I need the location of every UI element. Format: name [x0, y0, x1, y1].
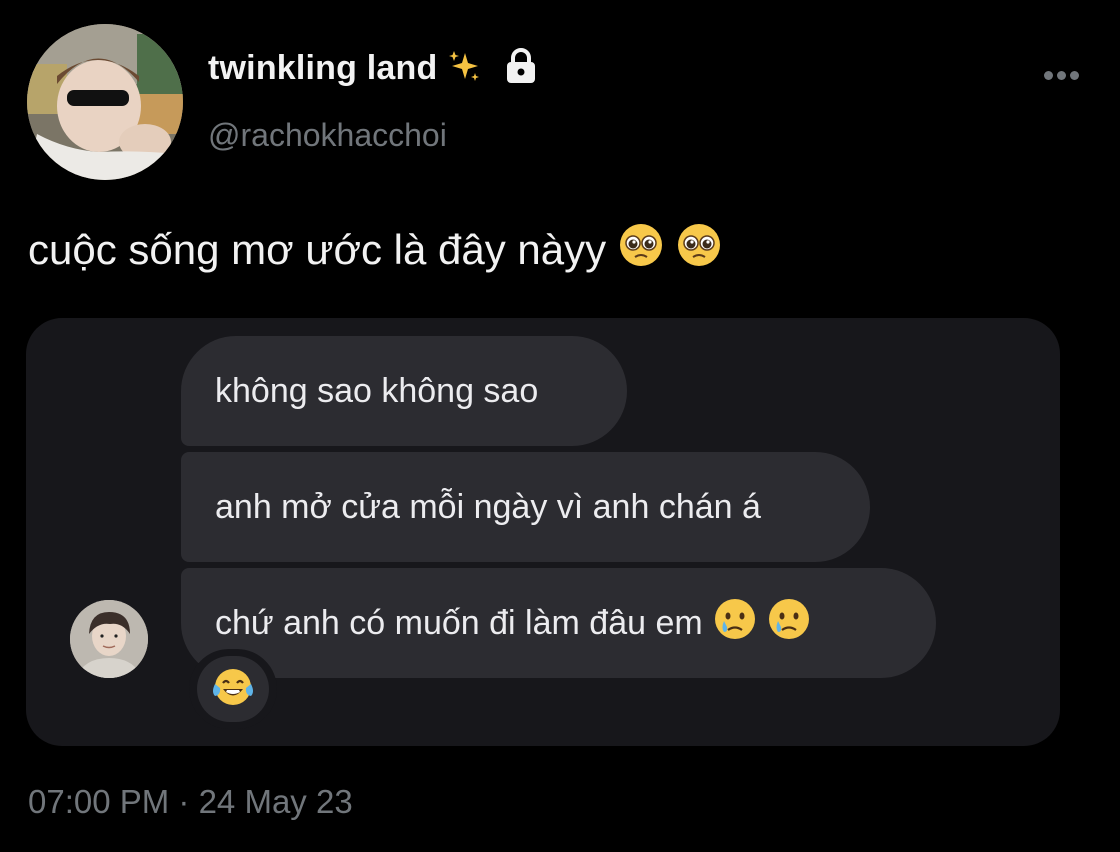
display-name[interactable]: twinkling land — [208, 49, 437, 88]
sender-avatar[interactable] — [70, 600, 148, 678]
sad-tear-face-icon — [713, 597, 757, 650]
pleading-face-icon — [618, 222, 664, 278]
user-handle[interactable]: @rachokhacchoi — [208, 117, 447, 154]
lock-icon — [503, 47, 539, 90]
sender-avatar-image — [70, 600, 148, 678]
message-text: anh mở cửa mỗi ngày vì anh chán á — [215, 487, 761, 526]
dot — [1069, 70, 1079, 80]
chat-screenshot[interactable]: không sao không sao anh mở cửa mỗi ngày … — [26, 318, 1060, 746]
message-text: không sao không sao — [215, 371, 539, 410]
sad-tear-face-icon — [767, 597, 811, 650]
sparkles-icon — [447, 49, 481, 88]
tweet-body: cuộc sống mơ ước là đây nàyy — [28, 226, 607, 273]
message-text: chứ anh có muốn đi làm đâu em — [215, 603, 703, 642]
name-row: twinkling land — [208, 44, 539, 92]
message-reaction[interactable] — [189, 649, 277, 729]
laughing-tears-face-icon — [212, 666, 254, 713]
more-options-icon[interactable] — [1036, 60, 1086, 90]
avatar-image — [27, 24, 183, 180]
pleading-face-icon — [676, 222, 722, 278]
tweet-timestamp[interactable]: 07:00 PM · 24 May 23 — [28, 783, 353, 821]
reaction-pill — [197, 656, 269, 722]
dot — [1056, 70, 1066, 80]
tweet-text: cuộc sống mơ ước là đây nàyy — [28, 222, 722, 278]
profile-avatar[interactable] — [27, 24, 183, 180]
message-bubble: anh mở cửa mỗi ngày vì anh chán á — [181, 452, 870, 562]
message-bubble: không sao không sao — [181, 336, 627, 446]
dot — [1043, 70, 1053, 80]
message-bubble: chứ anh có muốn đi làm đâu em — [181, 568, 936, 678]
